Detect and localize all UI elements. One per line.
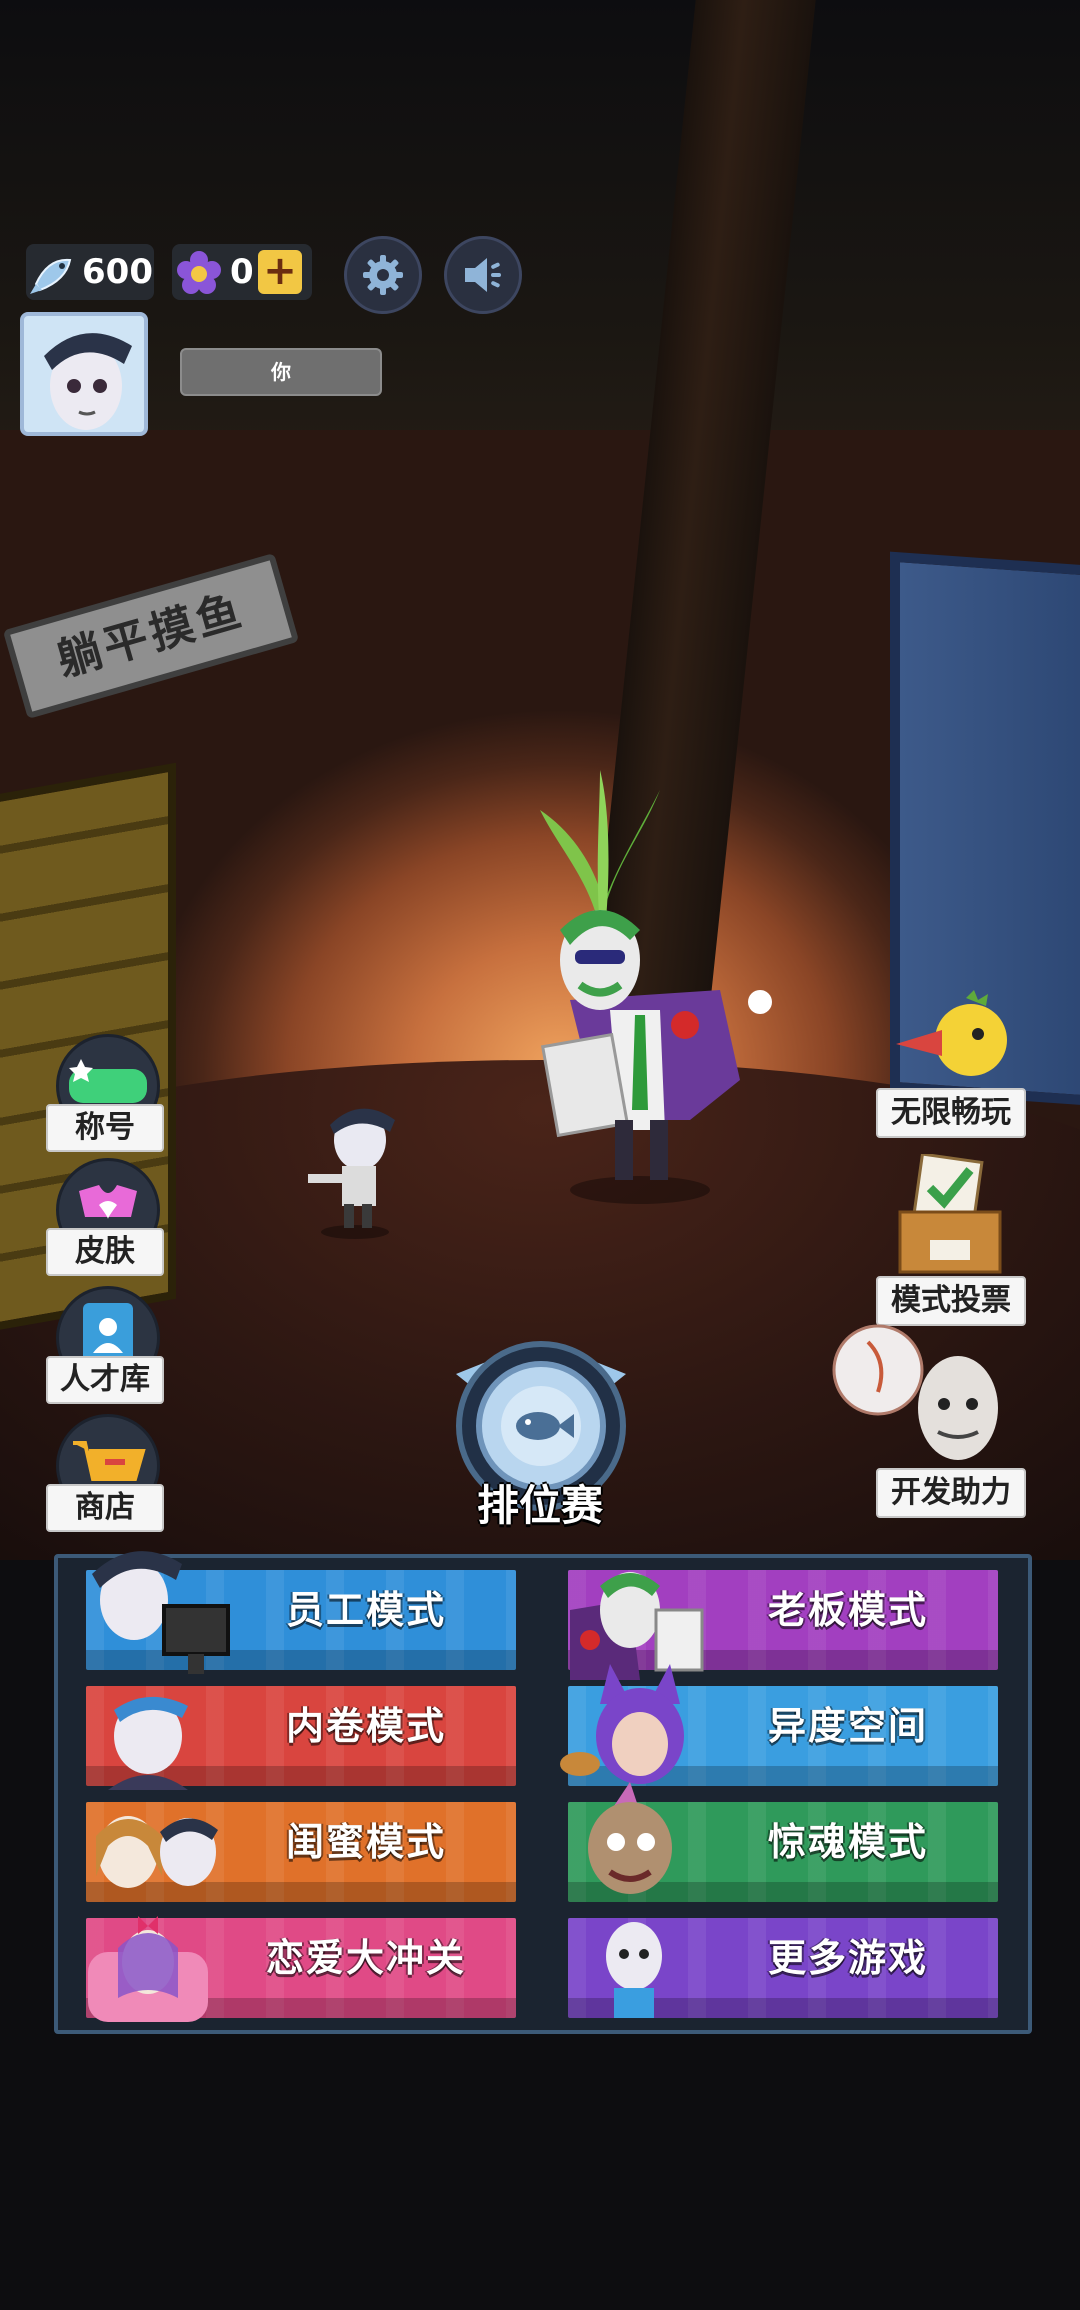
unlimited-button[interactable]: 无限畅玩 bbox=[876, 990, 1026, 1138]
mode-love-button[interactable]: 恋爱大冲关 bbox=[86, 1916, 516, 2022]
unlimited-label: 无限畅玩 bbox=[876, 1088, 1026, 1138]
support-label: 开发助力 bbox=[876, 1468, 1026, 1518]
more-games-avatar-icon bbox=[606, 1922, 662, 2018]
love-avatar-icon bbox=[88, 1916, 208, 2022]
mode-bestie-button[interactable]: 闺蜜模式 bbox=[86, 1802, 516, 1902]
fish-icon bbox=[30, 258, 72, 294]
title-label: 称号 bbox=[46, 1104, 164, 1152]
duck-horn-icon bbox=[896, 990, 1007, 1076]
fish-currency: 600 bbox=[26, 244, 154, 300]
player-avatar[interactable] bbox=[20, 312, 148, 436]
avatar-face-icon bbox=[44, 333, 132, 430]
vote-label: 模式投票 bbox=[876, 1276, 1026, 1326]
add-currency-button[interactable]: + bbox=[258, 250, 302, 294]
mode-boss-label: 老板模式 bbox=[767, 1588, 928, 1632]
flower-icon bbox=[177, 251, 221, 294]
mode-involution-label: 内卷模式 bbox=[285, 1704, 446, 1748]
shop-label: 商店 bbox=[46, 1484, 164, 1532]
mode-more-button[interactable]: 更多游戏 bbox=[568, 1918, 998, 2018]
mode-boss-button[interactable]: 老板模式 bbox=[568, 1570, 998, 1680]
player-name[interactable]: 你 bbox=[180, 348, 382, 396]
mode-employee-label: 员工模式 bbox=[285, 1588, 446, 1632]
mode-bestie-label: 闺蜜模式 bbox=[285, 1820, 446, 1864]
talent-label: 人才库 bbox=[46, 1356, 164, 1404]
mode-love-label: 恋爱大冲关 bbox=[265, 1936, 466, 1980]
developer-icon bbox=[832, 1324, 998, 1460]
mode-horror-label: 惊魂模式 bbox=[767, 1820, 928, 1864]
mode-dimension-button[interactable]: 异度空间 bbox=[560, 1664, 998, 1786]
mode-horror-button[interactable]: 惊魂模式 bbox=[568, 1782, 998, 1902]
flower-count: 0 bbox=[230, 252, 254, 292]
mode-dimension-label: 异度空间 bbox=[767, 1704, 928, 1748]
support-button[interactable]: 开发助力 bbox=[832, 1322, 1026, 1518]
bestie-avatar-icon bbox=[96, 1816, 218, 1888]
boss-character bbox=[540, 910, 772, 1204]
ballot-box-icon bbox=[898, 1154, 1002, 1274]
employee-character bbox=[308, 1108, 395, 1239]
vote-button[interactable]: 模式投票 bbox=[876, 1154, 1026, 1326]
mode-more-label: 更多游戏 bbox=[767, 1936, 928, 1980]
gear-icon bbox=[363, 255, 403, 295]
ranked-label[interactable]: 排位赛 bbox=[440, 1472, 640, 1533]
speaker-icon bbox=[465, 258, 501, 292]
mode-grid: 员工模式 老板模式 内卷模式 异度空间 闺蜜模式 惊魂模式 恋爱大冲关 更多游戏 bbox=[54, 1551, 1032, 2034]
settings-button[interactable] bbox=[344, 236, 422, 314]
mode-employee-button[interactable]: 员工模式 bbox=[86, 1551, 516, 1674]
employee-avatar-icon bbox=[92, 1551, 230, 1674]
boss-avatar-icon bbox=[570, 1572, 704, 1680]
fish-count: 600 bbox=[82, 252, 153, 292]
dimension-avatar-icon bbox=[560, 1664, 684, 1784]
sound-button[interactable] bbox=[444, 236, 522, 314]
horror-avatar-icon bbox=[588, 1782, 672, 1894]
mode-involution-button[interactable]: 内卷模式 bbox=[86, 1686, 516, 1790]
skin-label: 皮肤 bbox=[46, 1228, 164, 1276]
involution-avatar-icon bbox=[108, 1696, 188, 1790]
